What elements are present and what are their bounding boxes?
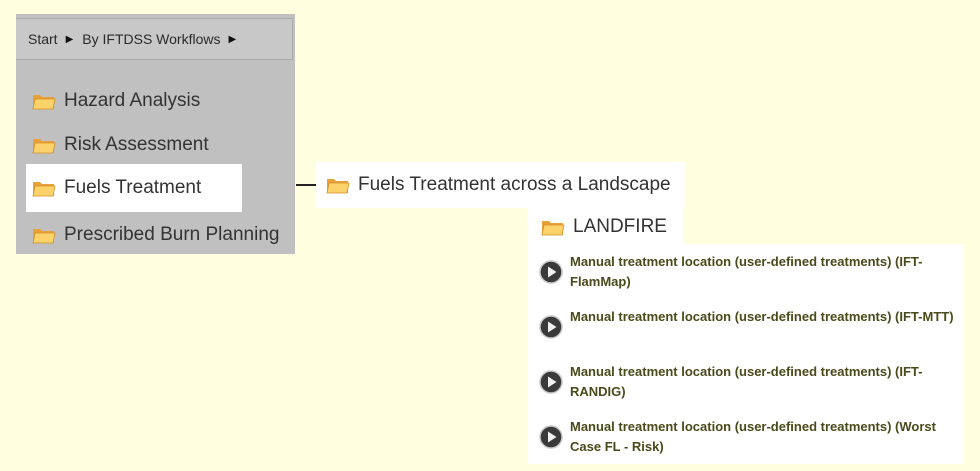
- breadcrumb-arrow-icon: ▶: [228, 33, 237, 45]
- breadcrumb-start[interactable]: Start: [28, 31, 58, 47]
- folder-icon: [32, 182, 56, 197]
- workflow-item-ift-mtt[interactable]: Manual treatment location (user-defined …: [539, 307, 959, 339]
- workflow-label: Manual treatment location (user-defined …: [570, 254, 923, 289]
- submenu-item-label: LANDFIRE: [573, 216, 667, 237]
- folder-icon: [32, 139, 56, 154]
- folder-icon: [541, 221, 565, 236]
- folder-icon: [326, 179, 350, 194]
- breadcrumb-workflows[interactable]: By IFTDSS Workflows: [82, 31, 220, 47]
- workflow-label: Manual treatment location (user-defined …: [570, 364, 923, 399]
- workflow-menu-panel: Start ▶ By IFTDSS Workflows ▶ Hazard Ana…: [16, 14, 295, 254]
- breadcrumb: Start ▶ By IFTDSS Workflows ▶: [16, 18, 293, 60]
- connector-line: [296, 184, 317, 186]
- menu-item-prescribed-burn-planning[interactable]: Prescribed Burn Planning: [26, 211, 301, 259]
- workflow-label: Manual treatment location (user-defined …: [570, 419, 936, 454]
- workflow-item-worst-case-fl-risk[interactable]: Manual treatment location (user-defined …: [539, 417, 959, 457]
- submenu-item-fuels-treatment-landscape[interactable]: Fuels Treatment across a Landscape: [316, 162, 685, 208]
- menu-item-label: Risk Assessment: [64, 134, 209, 155]
- submenu-item-label: Fuels Treatment across a Landscape: [358, 174, 671, 195]
- submenu-item-landfire[interactable]: LANDFIRE: [527, 205, 683, 249]
- folder-icon: [32, 229, 56, 244]
- menu-item-risk-assessment[interactable]: Risk Assessment: [26, 121, 242, 169]
- workflow-list: Manual treatment location (user-defined …: [527, 244, 964, 464]
- menu-item-label: Hazard Analysis: [64, 90, 201, 111]
- breadcrumb-arrow-icon: ▶: [65, 33, 74, 45]
- menu-item-fuels-treatment[interactable]: Fuels Treatment: [26, 164, 242, 212]
- menu-item-label: Fuels Treatment: [64, 177, 202, 198]
- play-icon: [539, 425, 563, 449]
- workflow-label: Manual treatment location (user-defined …: [570, 309, 954, 324]
- play-icon: [539, 370, 563, 394]
- play-icon: [539, 315, 563, 339]
- play-icon: [539, 260, 563, 284]
- folder-icon: [32, 95, 56, 110]
- workflow-item-ift-randig[interactable]: Manual treatment location (user-defined …: [539, 362, 959, 402]
- workflow-item-ift-flammap[interactable]: Manual treatment location (user-defined …: [539, 252, 959, 292]
- menu-item-label: Prescribed Burn Planning: [64, 224, 280, 245]
- menu-item-hazard-analysis[interactable]: Hazard Analysis: [26, 77, 242, 125]
